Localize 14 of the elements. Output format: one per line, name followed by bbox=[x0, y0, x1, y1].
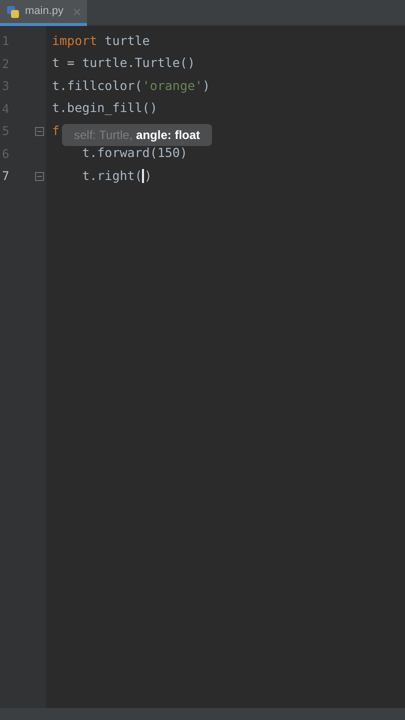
code-line: t.fillcolor('orange') bbox=[52, 76, 210, 95]
code-line: t.right( ) bbox=[81, 166, 152, 186]
code-line: t.begin_fill() bbox=[52, 99, 158, 118]
close-icon[interactable] bbox=[72, 8, 81, 16]
code-line: import turtle bbox=[52, 32, 150, 50]
fold-marker-icon[interactable] bbox=[35, 126, 44, 136]
fold-marker-icon[interactable] bbox=[35, 172, 44, 181]
code-line: t.forward(150) bbox=[81, 144, 188, 162]
code-line: f bbox=[52, 122, 60, 140]
line-number: 7 bbox=[2, 168, 10, 186]
file-tab[interactable]: main.py bbox=[0, 0, 87, 26]
text-caret bbox=[142, 169, 144, 184]
python-file-icon bbox=[6, 4, 20, 18]
code-line: t = turtle.Turtle() bbox=[52, 54, 195, 72]
